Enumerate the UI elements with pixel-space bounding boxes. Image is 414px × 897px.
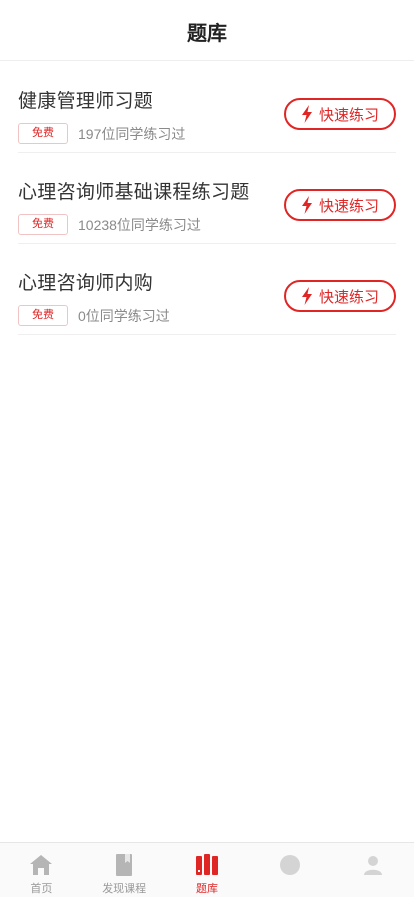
list-item[interactable]: 心理咨询师内购 免费 0位同学练习过 快速练习 (18, 244, 396, 335)
item-meta: 免费 197位同学练习过 (18, 123, 185, 144)
tab-me[interactable] (331, 843, 414, 897)
practice-count: 197位同学练习过 (78, 125, 186, 142)
lightning-icon (301, 105, 312, 123)
lightning-icon (301, 196, 312, 214)
bottom-tab-bar: 首页 发现课程 题库 (0, 842, 414, 897)
question-bank-icon (195, 854, 218, 875)
study-icon (279, 855, 300, 875)
quick-practice-label: 快速练习 (318, 197, 379, 215)
question-bank-list: 健康管理师习题 免费 197位同学练习过 快速练习 心理咨询师基础课程练习题 免… (18, 62, 396, 335)
question-bank-name: 心理咨询师内购 (18, 273, 154, 294)
item-meta: 免费 10238位同学练习过 (18, 214, 201, 235)
practice-count: 0位同学练习过 (78, 307, 170, 324)
item-meta: 免费 0位同学练习过 (18, 305, 170, 326)
quick-practice-button[interactable]: 快速练习 (284, 189, 396, 221)
lightning-icon (301, 287, 312, 305)
practice-count: 10238位同学练习过 (78, 216, 201, 233)
free-badge: 免费 (18, 305, 68, 326)
quick-practice-label: 快速练习 (318, 106, 379, 124)
top-bar: 题库 (0, 0, 414, 61)
question-bank-name: 健康管理师习题 (18, 91, 154, 112)
list-item[interactable]: 心理咨询师基础课程练习题 免费 10238位同学练习过 快速练习 (18, 153, 396, 244)
tab-label: 首页 (30, 883, 53, 895)
tab-home[interactable]: 首页 (0, 843, 83, 897)
page-title: 题库 (187, 22, 227, 45)
list-item[interactable]: 健康管理师习题 免费 197位同学练习过 快速练习 (18, 62, 396, 153)
tab-label: 发现课程 (102, 883, 147, 895)
question-bank-name: 心理咨询师基础课程练习题 (18, 182, 250, 203)
quick-practice-button[interactable]: 快速练习 (284, 98, 396, 130)
home-icon (30, 855, 53, 875)
quick-practice-label: 快速练习 (318, 288, 379, 306)
tab-label: 题库 (195, 883, 218, 895)
user-icon (363, 856, 382, 875)
book-icon (116, 854, 133, 876)
free-badge: 免费 (18, 214, 68, 235)
free-badge: 免费 (18, 123, 68, 144)
quick-practice-button[interactable]: 快速练习 (284, 280, 396, 312)
tab-discover-courses[interactable]: 发现课程 (83, 843, 166, 897)
tab-question-bank[interactable]: 题库 (166, 843, 249, 897)
tab-study[interactable] (248, 843, 331, 897)
